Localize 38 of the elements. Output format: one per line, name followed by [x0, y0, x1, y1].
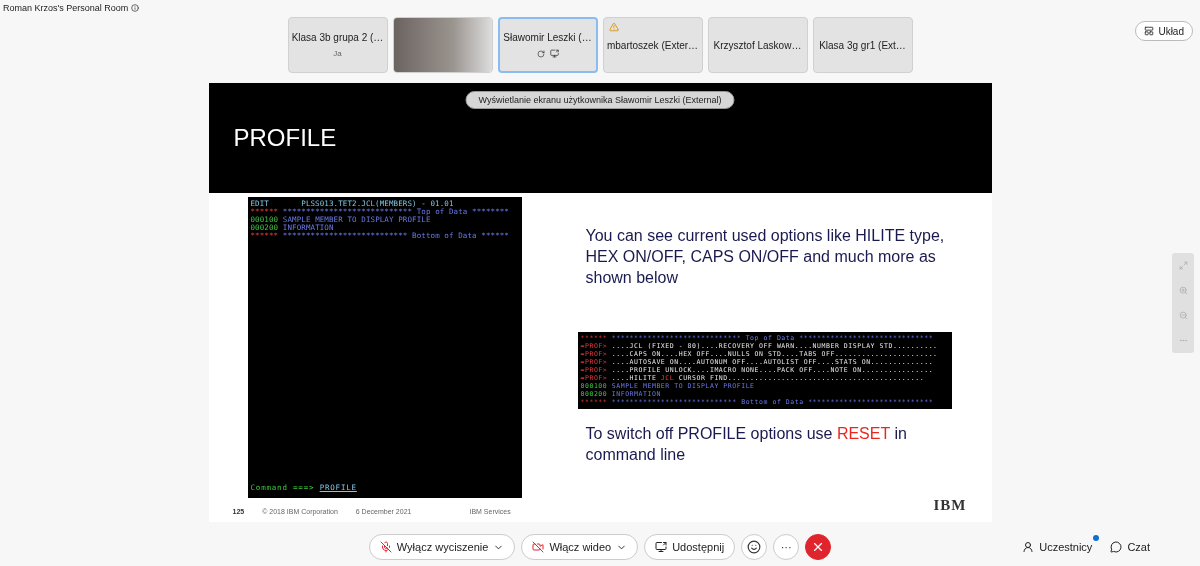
slide-title: PROFILE: [233, 124, 337, 152]
participant-tile[interactable]: Klasa 3g gr1 (Ext…: [812, 17, 913, 73]
participant-tile[interactable]: [392, 17, 493, 73]
info-icon[interactable]: [131, 4, 140, 12]
slide-text: To switch off PROFILE options use RESET in command line: [585, 424, 908, 465]
participant-name: Sławomir Leszki (…: [503, 32, 592, 43]
share-button[interactable]: Udostępnij: [644, 534, 736, 560]
smiley-icon: [747, 540, 762, 554]
participants-button[interactable]: Uczestnicy: [1022, 541, 1093, 553]
screen-share-icon: [549, 49, 559, 58]
sharing-banner: Wyświetlanie ekranu użytkownika Sławomir Leszki (External): [465, 91, 735, 109]
camera-off-icon: [532, 541, 545, 553]
participant-name: Krzysztof Laskow…: [713, 39, 802, 51]
sync-icon: [536, 49, 545, 58]
participant-name: mbartoszek (Exter…: [606, 39, 699, 51]
slide-text: You can see current used options like HILITE type, HEX ON/OFF, CAPS ON/OFF and much more as shown below: [585, 226, 946, 288]
muted-microphone-icon: [379, 541, 392, 553]
chat-button[interactable]: Czat: [1110, 541, 1150, 553]
participant-name: Klasa 3b grupa 2 (…: [291, 32, 384, 43]
reactions-button[interactable]: [741, 534, 768, 560]
participant-tile[interactable]: Sławomir Leszki (…: [497, 17, 598, 73]
person-icon: [1022, 541, 1035, 553]
warning-icon: [608, 22, 619, 32]
more-button[interactable]: ···: [773, 534, 800, 560]
participant-tile[interactable]: Klasa 3b grupa 2 (… Ja: [287, 17, 388, 73]
leave-button[interactable]: [805, 534, 832, 560]
screen-share-icon: [655, 541, 668, 553]
participant-note: Ja: [333, 49, 342, 58]
layout-icon: [1144, 26, 1155, 36]
company-logo: IBM: [933, 496, 967, 514]
mute-button[interactable]: Wyłącz wyciszenie: [368, 534, 516, 560]
participant-tile[interactable]: mbartoszek (Exter…: [602, 17, 703, 73]
participant-tile[interactable]: Krzysztof Laskow…: [707, 17, 808, 73]
chat-bubble-icon: [1110, 541, 1123, 553]
video-button[interactable]: Włącz wideo: [521, 534, 639, 560]
layout-button[interactable]: Układ: [1135, 21, 1193, 41]
meeting-title: Roman Krzos's Personal Room: [3, 3, 129, 13]
participant-name: Klasa 3g gr1 (Ext…: [819, 39, 906, 51]
